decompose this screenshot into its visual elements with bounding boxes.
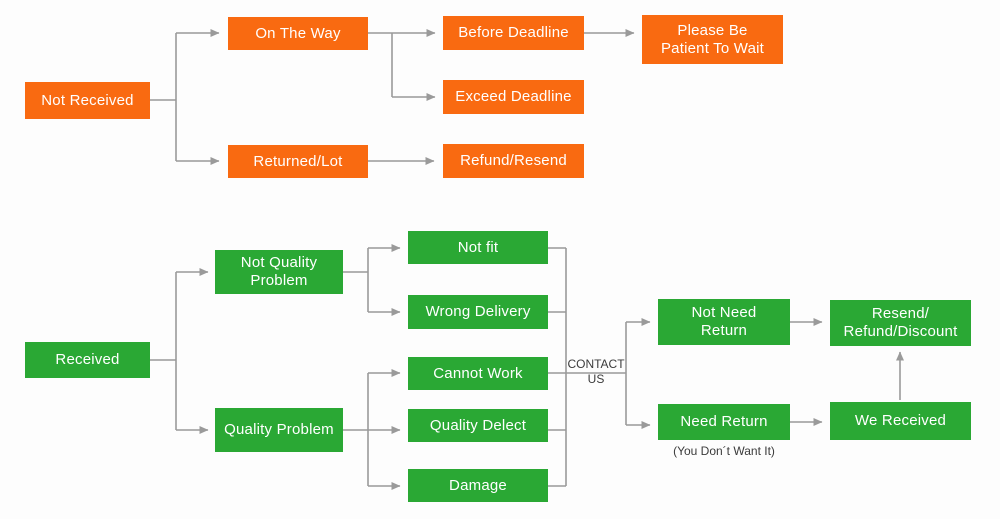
node-wrong-delivery[interactable]: Wrong Delivery [408, 295, 548, 329]
node-on-the-way[interactable]: On The Way [228, 17, 368, 50]
node-refund-resend[interactable]: Refund/Resend [443, 144, 584, 178]
node-before-deadline[interactable]: Before Deadline [443, 16, 584, 50]
node-need-return[interactable]: Need Return [658, 404, 790, 440]
node-cannot-work[interactable]: Cannot Work [408, 357, 548, 390]
node-resend-refund-discount[interactable]: Resend/ Refund/Discount [830, 300, 971, 346]
node-quality-delect[interactable]: Quality Delect [408, 409, 548, 442]
node-received[interactable]: Received [25, 342, 150, 378]
node-returned-lot[interactable]: Returned/Lot [228, 145, 368, 178]
node-not-need-return[interactable]: Not Need Return [658, 299, 790, 345]
node-quality-problem[interactable]: Quality Problem [215, 408, 343, 452]
node-we-received[interactable]: We Received [830, 402, 971, 440]
flowchart-canvas: Not Received On The Way Before Deadline … [0, 0, 1000, 519]
label-need-return-note: (You Don´t Want It) [673, 444, 775, 458]
label-contact-us: CONTACT US [567, 357, 625, 386]
node-exceed-deadline[interactable]: Exceed Deadline [443, 80, 584, 114]
node-please-be-patient-to-wait[interactable]: Please Be Patient To Wait [642, 15, 783, 64]
node-not-quality-problem[interactable]: Not Quality Problem [215, 250, 343, 294]
node-not-fit[interactable]: Not fit [408, 231, 548, 264]
node-damage[interactable]: Damage [408, 469, 548, 502]
node-not-received[interactable]: Not Received [25, 82, 150, 119]
